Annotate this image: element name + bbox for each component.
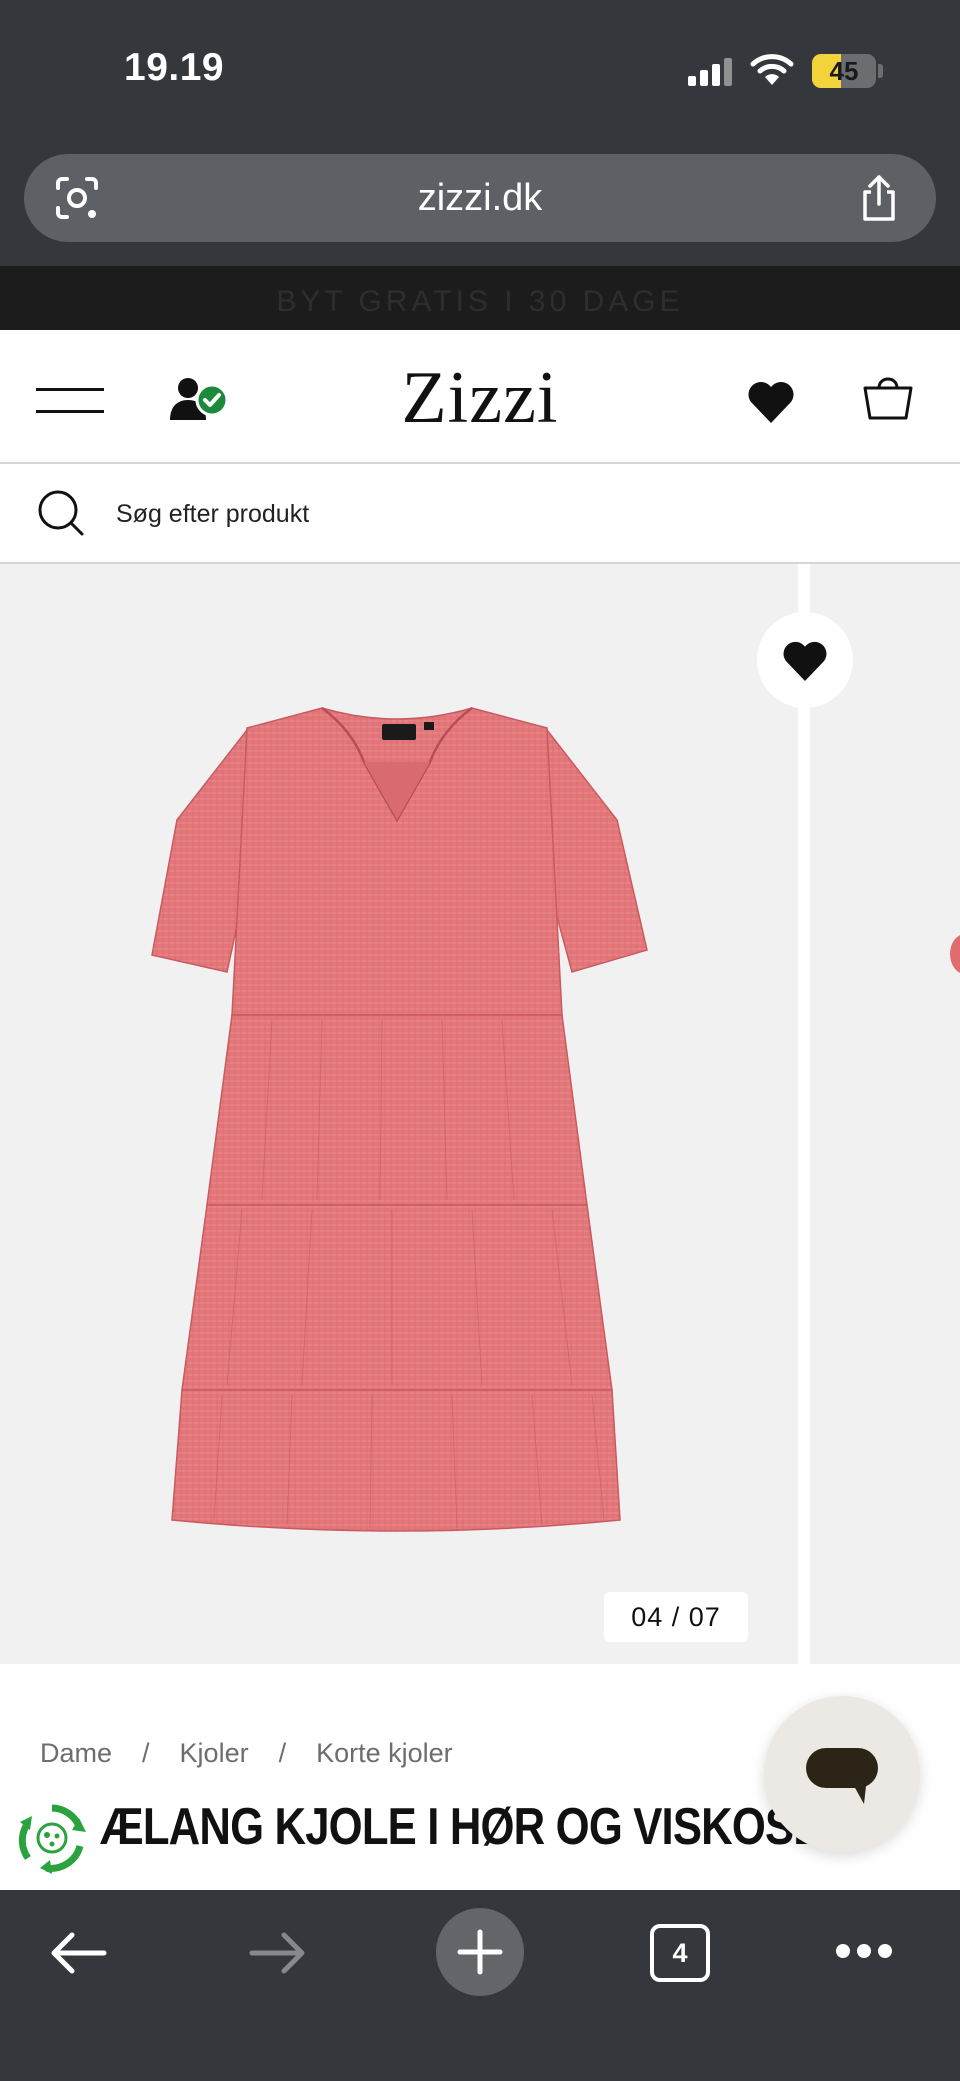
search-bar[interactable]: Søg efter produkt (0, 464, 960, 564)
address-bar[interactable]: zizzi.dk (24, 154, 936, 242)
next-image-hint (950, 934, 960, 974)
signal-bars-icon (688, 56, 734, 86)
search-input[interactable]: Søg efter produkt (116, 500, 309, 529)
breadcrumb-item-dame[interactable]: Dame (40, 1738, 112, 1769)
next-image-peek[interactable] (810, 564, 960, 1664)
eco-recycle-icon (18, 1804, 86, 1874)
promo-banner: BYT GRATIS I 30 DAGE (0, 266, 960, 330)
share-icon[interactable] (858, 174, 900, 222)
back-arrow-icon[interactable] (48, 1930, 108, 1976)
battery-level: 45 (829, 56, 859, 86)
url-text[interactable]: zizzi.dk (24, 154, 936, 242)
browser-top-chrome: 19.19 45 zizzi.dk (0, 0, 960, 266)
promo-text: BYT GRATIS I 30 DAGE (276, 285, 684, 318)
new-tab-button[interactable] (436, 1908, 524, 1996)
plus-icon (457, 1929, 503, 1975)
chat-button[interactable] (764, 1696, 920, 1852)
shopping-bag-icon[interactable] (862, 370, 914, 422)
status-time: 19.19 (124, 46, 225, 89)
product-image-dress (151, 706, 648, 1532)
breadcrumb-separator: / (278, 1738, 287, 1768)
tab-switcher-button[interactable]: 4 (650, 1924, 710, 1982)
heart-icon (783, 641, 827, 682)
wifi-icon (750, 54, 794, 85)
breadcrumb-item-kjoler[interactable]: Kjoler (180, 1738, 249, 1769)
product-title: ÆLANG KJOLE I HØR OG VISKOSE I (100, 1798, 845, 1856)
browser-bottom-toolbar: 4 (0, 1890, 960, 2081)
chat-bubble-icon (806, 1748, 878, 1804)
forward-arrow-icon[interactable] (248, 1930, 308, 1976)
more-menu-icon[interactable] (836, 1944, 892, 1960)
heart-icon[interactable] (746, 380, 796, 424)
slide-counter: 04 / 07 (604, 1592, 748, 1642)
account-verified-icon[interactable] (170, 376, 232, 422)
breadcrumb-item-korte-kjoler[interactable]: Korte kjoler (316, 1738, 453, 1769)
breadcrumb-separator: / (142, 1738, 150, 1768)
favorite-button[interactable] (757, 612, 853, 708)
battery-nub (878, 64, 883, 78)
battery-indicator: 45 (812, 54, 876, 88)
product-image-slide[interactable] (0, 564, 798, 1664)
site-logo[interactable]: Zizzi (380, 356, 580, 441)
hamburger-menu-icon[interactable] (36, 388, 104, 414)
product-gallery[interactable] (0, 564, 960, 1664)
search-icon (38, 490, 84, 536)
site-header: Zizzi (0, 330, 960, 464)
breadcrumb: Dame / Kjoler / Korte kjoler (40, 1738, 453, 1769)
